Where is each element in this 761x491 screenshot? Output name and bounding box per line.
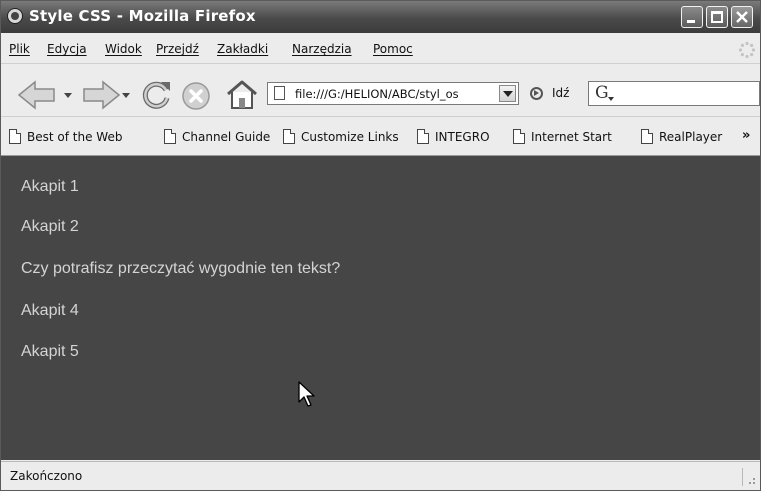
- bookmark-page-icon: [9, 129, 21, 144]
- maximize-button[interactable]: [706, 6, 728, 28]
- forward-history-dropdown[interactable]: [122, 93, 130, 98]
- browser-window: Style CSS - Mozilla Firefox Plik Edycja …: [0, 0, 761, 491]
- search-engine-dropdown-icon[interactable]: [608, 97, 614, 101]
- menu-pomoc[interactable]: Pomoc: [373, 42, 413, 56]
- page-icon: [274, 86, 285, 100]
- mouse-pointer-icon: [298, 381, 315, 407]
- menu-widok[interactable]: Widok: [105, 42, 142, 56]
- bookmark-page-icon: [513, 129, 525, 144]
- window-title: Style CSS - Mozilla Firefox: [29, 7, 256, 25]
- menu-edycja[interactable]: Edycja: [47, 42, 87, 56]
- url-history-dropdown[interactable]: [499, 85, 516, 102]
- throbber-icon: [738, 41, 756, 59]
- bookmark-label: Best of the Web: [27, 130, 123, 144]
- paragraph-5: Akapit 5: [21, 343, 79, 360]
- close-button[interactable]: [731, 6, 753, 28]
- go-button[interactable]: Idź: [552, 86, 569, 100]
- minimize-button[interactable]: [681, 6, 703, 28]
- bookmark-label: RealPlayer: [659, 130, 723, 144]
- menu-bar: Plik Edycja Widok Przejdź Zakładki Narzę…: [1, 33, 760, 64]
- bookmark-page-icon: [641, 129, 653, 144]
- home-icon[interactable]: [225, 79, 259, 111]
- forward-arrow-icon[interactable]: [81, 79, 121, 111]
- paragraph-1: Akapit 1: [21, 178, 79, 195]
- url-input[interactable]: file:///G:/HELION/ABC/styl_os: [295, 87, 491, 101]
- back-history-dropdown[interactable]: [64, 93, 72, 98]
- page-content[interactable]: Akapit 1 Akapit 2 Czy potrafisz przeczyt…: [1, 156, 760, 460]
- bookmark-page-icon: [417, 129, 429, 144]
- search-box[interactable]: G: [588, 81, 760, 106]
- bookmark-page-icon: [283, 129, 295, 144]
- back-arrow-icon[interactable]: [17, 79, 57, 111]
- url-bar[interactable]: file:///G:/HELION/ABC/styl_os: [267, 82, 519, 105]
- title-bar[interactable]: Style CSS - Mozilla Firefox: [1, 1, 760, 33]
- bookmark-label: Channel Guide: [182, 130, 271, 144]
- bookmark-label: INTEGRO: [435, 130, 490, 144]
- resize-grip-icon[interactable]: [742, 468, 757, 486]
- status-bar: Zakończono: [1, 461, 760, 490]
- paragraph-2: Akapit 2: [21, 218, 79, 235]
- reload-icon[interactable]: [139, 78, 173, 112]
- paragraph-4: Akapit 4: [21, 302, 79, 319]
- paragraph-3: Czy potrafisz przeczytać wygodnie ten te…: [21, 260, 341, 277]
- bookmark-label: Internet Start: [531, 130, 612, 144]
- bookmark-label: Customize Links: [301, 130, 399, 144]
- menu-przejdz[interactable]: Przejdź: [156, 42, 199, 56]
- firefox-icon: [7, 8, 23, 24]
- bookmarks-overflow-chevron[interactable]: »: [742, 128, 750, 143]
- stop-icon[interactable]: [181, 81, 211, 111]
- menu-plik[interactable]: Plik: [9, 42, 30, 56]
- menu-zakladki[interactable]: Zakładki: [217, 42, 268, 56]
- menu-narzedzia[interactable]: Narzędzia: [292, 42, 352, 56]
- go-icon[interactable]: [530, 87, 543, 100]
- close-icon: [736, 11, 748, 23]
- bookmarks-toolbar: Best of the Web Channel Guide Customize …: [1, 117, 760, 156]
- status-text: Zakończono: [10, 469, 83, 483]
- bookmark-page-icon: [164, 129, 176, 144]
- search-engine-google-icon[interactable]: G: [595, 83, 609, 103]
